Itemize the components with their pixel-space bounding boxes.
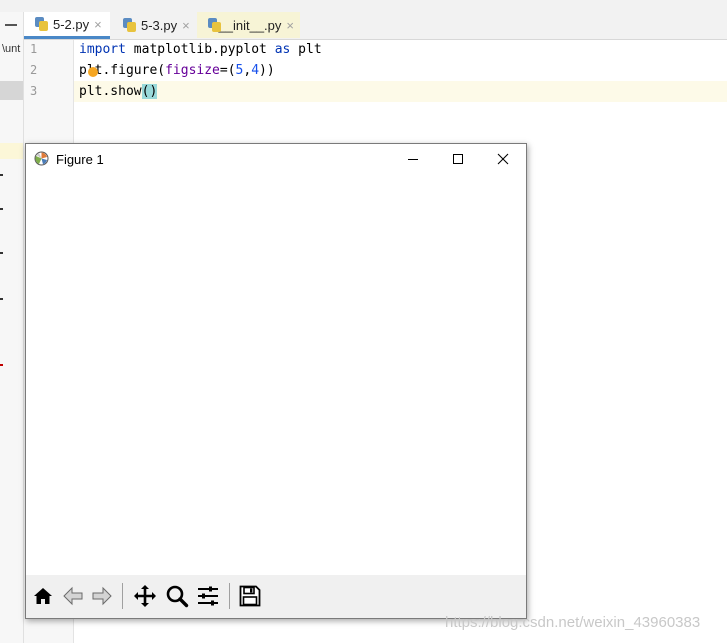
close-button[interactable]: [480, 144, 526, 174]
code-text: =(: [219, 63, 236, 78]
configure-subplots-icon: [198, 586, 218, 606]
python-file-icon: [207, 18, 221, 32]
zoom-icon: [166, 585, 189, 608]
close-icon: [497, 153, 509, 165]
keyword: import: [79, 42, 126, 57]
zoom-button[interactable]: [163, 582, 191, 610]
tree-marker: [0, 298, 3, 300]
hide-panel-icon[interactable]: [5, 24, 17, 26]
minimize-icon: [408, 159, 418, 160]
python-file-icon: [34, 17, 48, 31]
tree-marker: [0, 174, 3, 176]
pan-icon: [134, 585, 156, 607]
tab-label: 5-3.py: [141, 17, 178, 33]
figure-title-bar[interactable]: Figure 1: [26, 144, 526, 174]
code-line-2[interactable]: plt.figure(figsize=(5,4)): [79, 62, 275, 79]
editor-tab-bar: 5-2.py × 5-3.py × __init__.py ×: [24, 12, 727, 40]
project-tree-highlight: [0, 143, 23, 159]
minimize-button[interactable]: [390, 144, 436, 174]
tab-label: __init__.py: [218, 17, 282, 33]
toolbar-separator: [122, 583, 123, 609]
forward-button[interactable]: [88, 582, 116, 610]
keyword: as: [274, 42, 291, 57]
maximize-button[interactable]: [435, 144, 481, 174]
figure-canvas[interactable]: [26, 174, 526, 575]
close-tab-icon[interactable]: ×: [94, 17, 102, 32]
back-arrow-icon: [63, 586, 83, 606]
close-tab-icon[interactable]: ×: [182, 18, 190, 33]
toolbar-separator: [229, 583, 230, 609]
maximize-icon: [453, 154, 463, 164]
code-text: plt: [290, 42, 322, 57]
home-icon: [34, 588, 52, 604]
tab-5-3-py[interactable]: 5-3.py ×: [112, 12, 198, 38]
configure-subplots-button[interactable]: [194, 582, 222, 610]
code-line-3[interactable]: plt.show(): [79, 83, 158, 100]
tree-marker: [0, 208, 3, 210]
intention-bulb-icon[interactable]: [88, 67, 98, 77]
code-text: matplotlib.pyplot: [125, 42, 275, 57]
matplotlib-logo-icon: [34, 151, 49, 166]
project-panel[interactable]: \unt: [0, 12, 24, 643]
line-number: 1: [30, 42, 38, 56]
watermark: https://blog.csdn.net/weixin_43960383: [445, 614, 701, 631]
navigation-toolbar: [26, 575, 526, 618]
pan-button[interactable]: [131, 582, 159, 610]
tab-init-py[interactable]: __init__.py ×: [197, 12, 300, 38]
code-text: plt.show: [79, 84, 142, 99]
project-tree-label[interactable]: \unt: [2, 43, 20, 55]
matched-parens: (): [141, 84, 158, 99]
code-text: )): [259, 63, 275, 78]
python-file-icon: [122, 18, 136, 32]
home-button[interactable]: [29, 582, 57, 610]
tab-label: 5-2.py: [53, 16, 90, 32]
tree-marker: [0, 252, 3, 254]
number: 4: [251, 63, 260, 78]
current-line-highlight: [74, 81, 727, 102]
line-number: 2: [30, 63, 38, 77]
close-tab-icon[interactable]: ×: [286, 18, 294, 33]
keyword-argument: figsize: [165, 63, 220, 78]
save-button[interactable]: [236, 582, 264, 610]
forward-arrow-icon: [92, 586, 112, 606]
tab-5-2-py[interactable]: 5-2.py ×: [24, 12, 110, 39]
back-button[interactable]: [59, 582, 87, 610]
figure-title: Figure 1: [56, 152, 104, 167]
matplotlib-figure-window[interactable]: Figure 1: [25, 143, 527, 619]
code-line-1[interactable]: import matplotlib.pyplot as plt: [79, 41, 322, 58]
project-tree-selection: [0, 81, 23, 100]
tree-marker-error: [0, 364, 3, 366]
save-icon: [239, 585, 261, 607]
line-number: 3: [30, 84, 38, 98]
